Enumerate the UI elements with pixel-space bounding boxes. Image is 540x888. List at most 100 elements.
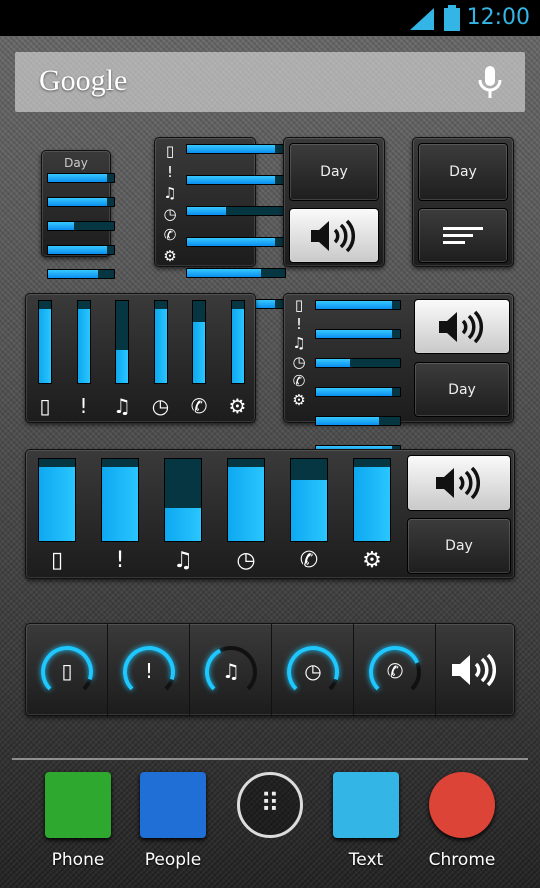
- status-bar: 12:00: [0, 0, 540, 36]
- volume-fill: [39, 309, 51, 383]
- volume-slider-call[interactable]: [47, 269, 115, 279]
- volume-slider-alarm[interactable]: [47, 245, 115, 255]
- notification-icon: !: [166, 163, 173, 181]
- volume-slider-music[interactable]: [315, 358, 401, 368]
- arc-volume-widget: ▯! ♫ ◷ ✆: [25, 623, 515, 717]
- volume-slider-call[interactable]: [192, 300, 206, 384]
- microphone-icon[interactable]: [477, 66, 503, 100]
- arc-gauge-notification[interactable]: !: [108, 624, 190, 717]
- volume-slider-notification[interactable]: [315, 329, 401, 339]
- volume-slider-music[interactable]: [164, 458, 202, 542]
- phone-icon: ✆: [190, 394, 208, 418]
- dock-divider: [12, 758, 528, 760]
- volume-fill: [187, 238, 276, 246]
- volume-slider-alarm[interactable]: [153, 300, 168, 384]
- volume-slider-notification[interactable]: [47, 197, 115, 207]
- day-speaker-widget: Day: [283, 137, 385, 267]
- dock-label: Chrome: [428, 850, 496, 870]
- day-profile-button[interactable]: Day: [418, 143, 508, 201]
- day-profile-button[interactable]: Day: [414, 362, 510, 417]
- arc-gauge-ringer[interactable]: ▯: [26, 624, 108, 717]
- speaker-icon: [436, 466, 480, 500]
- volume-slider-alarm[interactable]: [186, 237, 286, 247]
- music-icon: ♫: [163, 184, 177, 202]
- volume-fill: [48, 174, 108, 182]
- volume-fill: [102, 467, 138, 541]
- volume-fill: [187, 207, 227, 215]
- phone-icon: ✆: [163, 226, 177, 244]
- compact-volume-widget: Day: [41, 150, 115, 303]
- app-drawer-icon: ⠿: [237, 772, 303, 838]
- volume-slider-ringer[interactable]: [186, 144, 286, 154]
- volume-slider-ringer[interactable]: [38, 458, 76, 542]
- signal-icon: [410, 8, 434, 30]
- text-icon: [333, 772, 399, 838]
- volume-fill: [48, 222, 75, 230]
- gear-icon: ⚙: [228, 394, 247, 418]
- volume-slider-music[interactable]: [47, 221, 115, 231]
- volume-slider-call[interactable]: [315, 416, 401, 426]
- volume-slider-system[interactable]: [230, 300, 245, 384]
- notification-icon: !: [115, 548, 125, 573]
- speaker-button[interactable]: [414, 299, 510, 354]
- chrome-icon: [429, 772, 495, 838]
- volume-fill: [316, 330, 392, 338]
- volume-fill: [187, 145, 276, 153]
- dock-label: Phone: [51, 850, 105, 870]
- list-speaker-widget: ▯! ♫ ◷ ✆ ⚙ Day: [283, 293, 514, 455]
- volume-slider-notification[interactable]: [76, 300, 91, 384]
- volume-slider-ringer[interactable]: [47, 173, 115, 183]
- ringer-icon: ▯: [61, 659, 73, 683]
- speaker-button[interactable]: [289, 208, 379, 263]
- ringer-icon: ▯: [294, 296, 304, 314]
- day-profile-button[interactable]: Day: [407, 518, 511, 574]
- arc-gauge-alarm[interactable]: ◷: [272, 624, 354, 717]
- phone-icon: [45, 772, 111, 838]
- alarm-icon: ◷: [151, 394, 170, 418]
- gear-icon: ⚙: [163, 247, 177, 265]
- day-profile-button[interactable]: Day: [289, 143, 379, 201]
- google-logo: Google: [39, 64, 128, 97]
- volume-fill: [291, 479, 327, 541]
- alarm-icon: ◷: [304, 659, 322, 683]
- volume-fill: [231, 309, 244, 383]
- volume-slider-alarm[interactable]: [227, 458, 265, 542]
- phone-icon: ✆: [292, 372, 306, 390]
- google-search-bar[interactable]: Google: [15, 52, 525, 112]
- alarm-icon: ◷: [236, 548, 256, 573]
- speaker-button[interactable]: [438, 634, 512, 706]
- menu-button[interactable]: [418, 208, 508, 263]
- alarm-icon: ◷: [163, 205, 177, 223]
- notification-icon: !: [144, 659, 154, 683]
- volume-slider-alarm[interactable]: [315, 387, 401, 397]
- ringer-icon: ▯: [50, 548, 64, 573]
- volume-fill: [116, 350, 128, 383]
- volume-slider-notification[interactable]: [101, 458, 139, 542]
- volume-slider-ringer[interactable]: [315, 300, 401, 310]
- volume-fill: [228, 467, 264, 541]
- volume-fill: [165, 508, 201, 541]
- volume-fill: [316, 301, 392, 309]
- volume-fill: [48, 270, 98, 278]
- volume-fill: [39, 467, 75, 541]
- volume-slider-system[interactable]: [353, 458, 391, 542]
- phone-icon: ✆: [386, 659, 404, 683]
- notification-icon: !: [79, 394, 88, 418]
- alarm-icon: ◷: [292, 353, 306, 371]
- volume-slider-call[interactable]: [186, 268, 286, 278]
- volume-slider-music[interactable]: [186, 206, 286, 216]
- volume-slider-call[interactable]: [290, 458, 328, 542]
- music-icon: ♫: [173, 548, 193, 573]
- vertical-volume-widget: ▯! ♫ ◷ ✆ ⚙: [25, 293, 256, 423]
- volume-slider-ringer[interactable]: [38, 300, 52, 384]
- arc-gauge-call[interactable]: ✆: [354, 624, 436, 717]
- volume-slider-music[interactable]: [115, 300, 129, 384]
- large-vertical-volume-widget: ▯! ♫ ◷ ✆ ⚙ Day: [25, 449, 515, 579]
- volume-slider-notification[interactable]: [186, 175, 286, 185]
- arc-gauge-music[interactable]: ♫: [190, 624, 272, 717]
- ringer-icon: ▯: [39, 394, 51, 418]
- speaker-button[interactable]: [407, 455, 511, 511]
- battery-icon: [444, 5, 460, 31]
- speaker-icon: [439, 310, 483, 343]
- music-icon: ♫: [222, 659, 240, 683]
